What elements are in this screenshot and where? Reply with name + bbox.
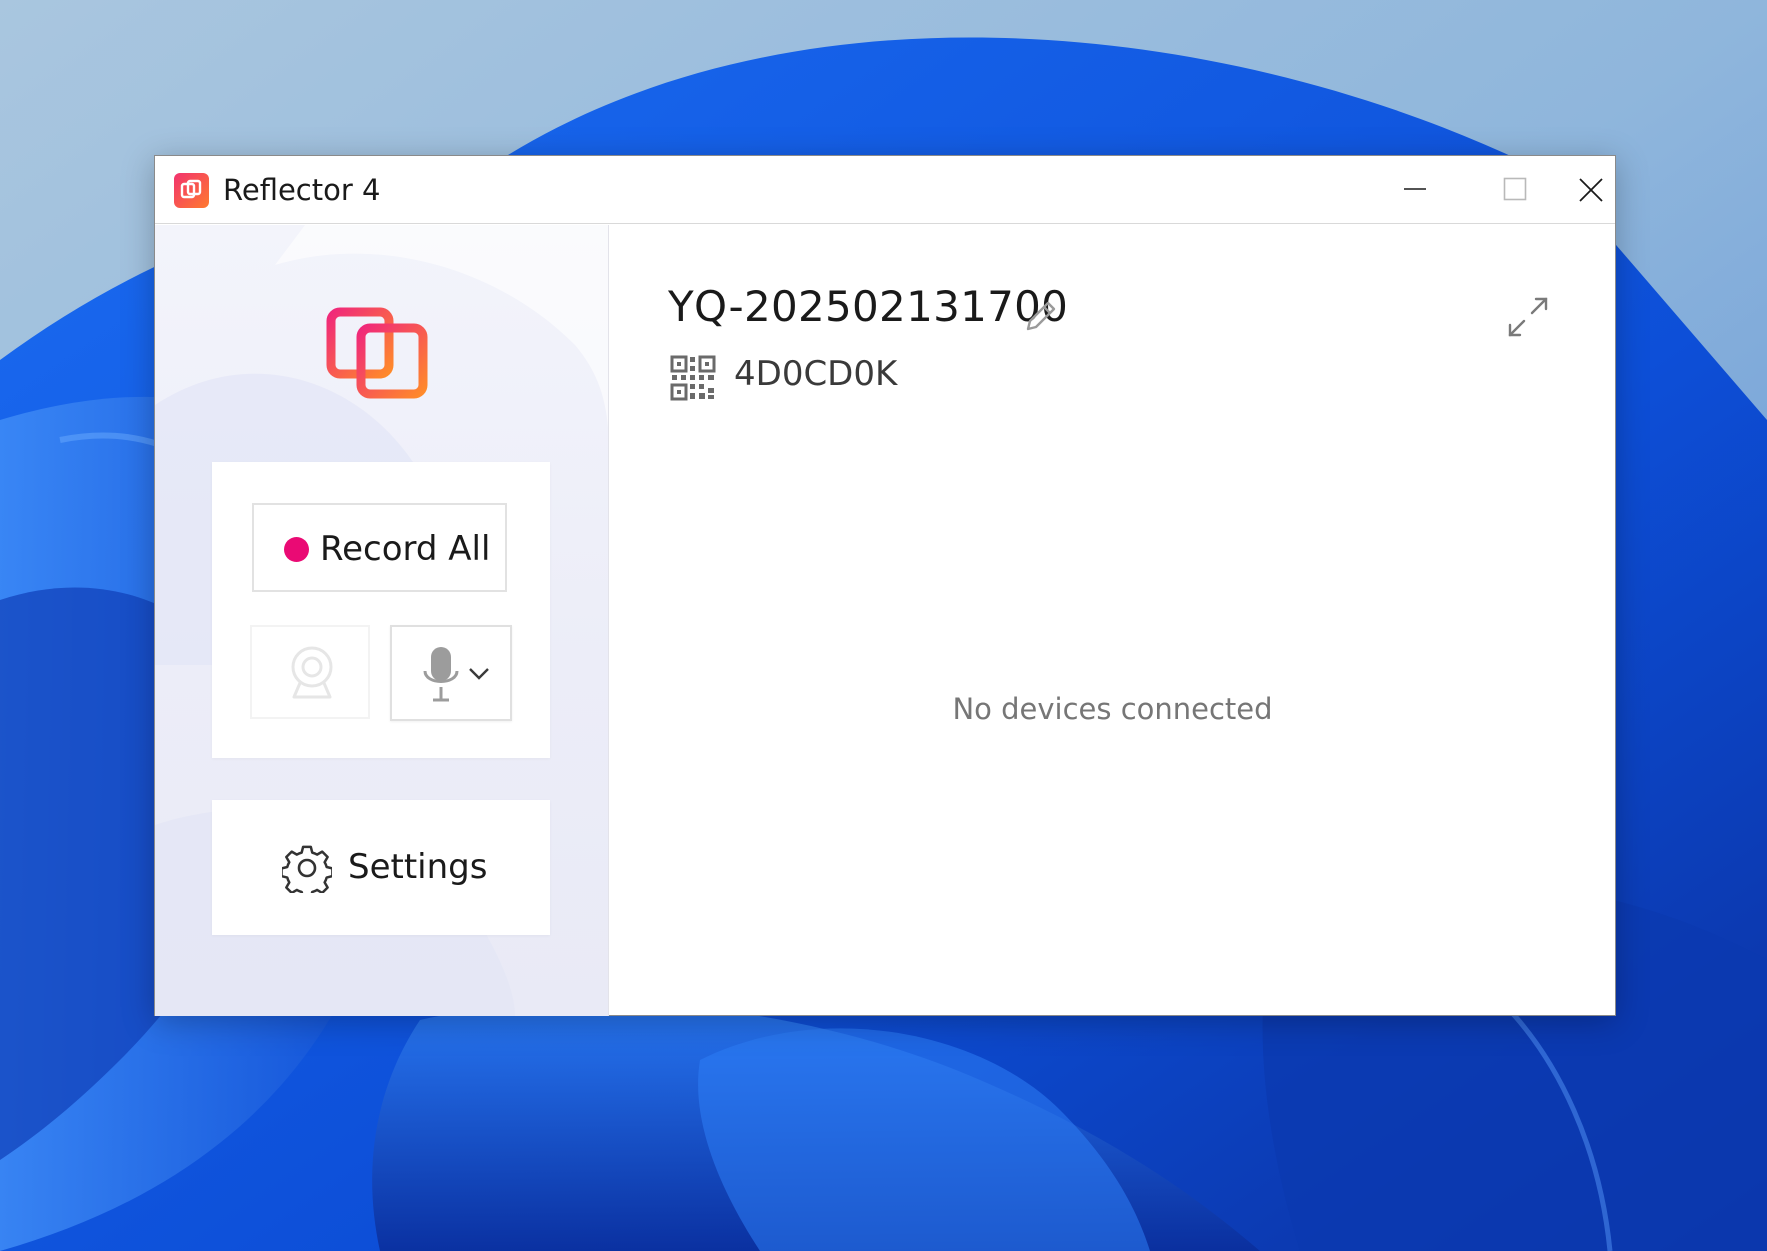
record-all-label: Record All xyxy=(320,529,491,569)
close-button[interactable] xyxy=(1565,156,1616,223)
sidebar: Record All Settings xyxy=(155,225,609,1016)
settings-button[interactable]: Settings xyxy=(212,800,550,935)
maximize-icon xyxy=(1503,177,1527,201)
app-logo-icon xyxy=(174,173,209,208)
chevron-down-icon xyxy=(469,668,489,680)
main-panel: YQ-202502131700 4D0CD0K No devices conne… xyxy=(610,225,1615,1015)
recording-panel: Record All xyxy=(212,462,550,758)
reflector-logo-icon xyxy=(326,307,428,399)
minimize-button[interactable] xyxy=(1365,156,1465,223)
record-dot-icon xyxy=(284,537,309,562)
settings-label: Settings xyxy=(348,847,488,887)
device-name: YQ-202502131700 xyxy=(668,282,1069,331)
minimize-icon xyxy=(1404,188,1426,190)
empty-state-message: No devices connected xyxy=(952,692,1273,726)
window-title: Reflector 4 xyxy=(223,173,381,207)
connection-code: 4D0CD0K xyxy=(734,354,898,394)
maximize-button[interactable] xyxy=(1465,156,1565,223)
title-bar[interactable]: Reflector 4 xyxy=(155,156,1615,224)
reflector-window: Reflector 4 Record All Settings YQ-20250… xyxy=(154,155,1616,1016)
qr-code-icon[interactable] xyxy=(670,355,716,401)
microphone-icon xyxy=(423,647,459,702)
close-icon xyxy=(1579,178,1603,202)
record-all-button[interactable]: Record All xyxy=(252,503,507,592)
gear-icon xyxy=(282,845,332,893)
camera-icon xyxy=(291,646,333,699)
expand-icon[interactable] xyxy=(1506,295,1550,339)
camera-toggle-button[interactable] xyxy=(250,625,370,719)
microphone-dropdown-button[interactable] xyxy=(390,625,512,721)
edit-pencil-icon[interactable] xyxy=(1022,297,1060,335)
